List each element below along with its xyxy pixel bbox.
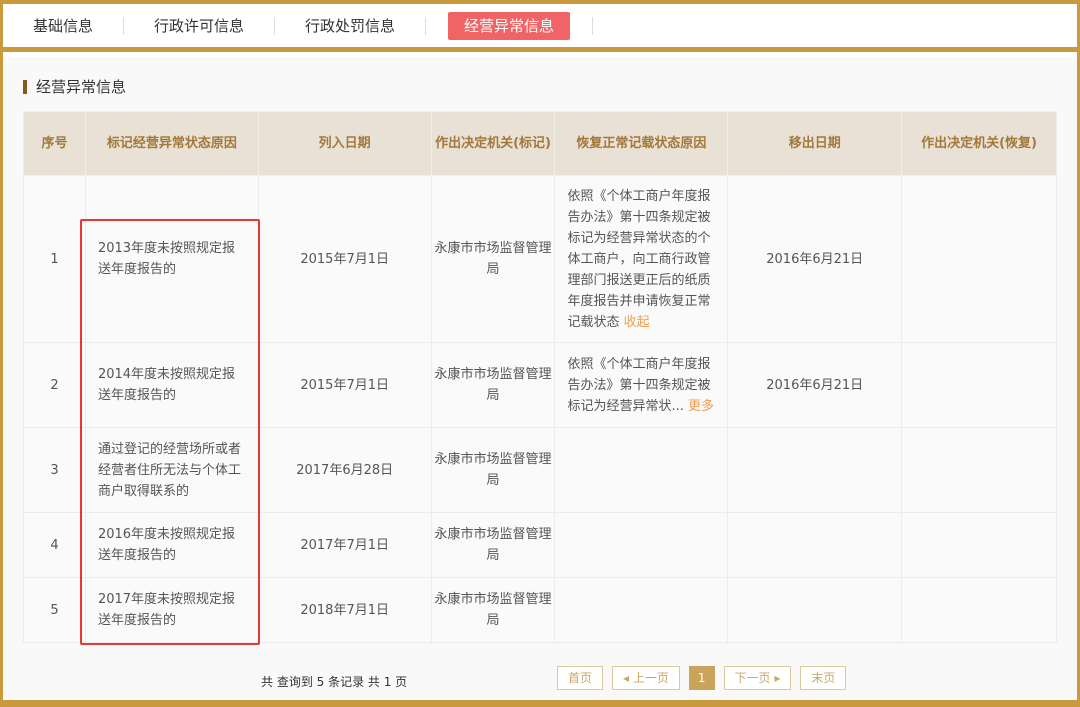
removal-date <box>727 577 903 643</box>
next-page-button[interactable]: 下一页 ▸ <box>723 666 792 690</box>
removal-date: 2016年6月21日 <box>727 175 903 343</box>
removal-date-text: 2016年6月21日 <box>766 377 864 393</box>
deciding-authority: 永康市市场监督管理局 <box>430 427 556 513</box>
listing-date-text: 2018年7月1日 <box>300 602 389 618</box>
tab-divider <box>425 16 427 35</box>
listing-date-text: 2015年7月1日 <box>300 251 389 267</box>
restore-authority <box>901 577 1057 643</box>
row-number-text: 2 <box>50 377 59 393</box>
deciding-authority-text: 永康市市场监督管理局 <box>434 241 552 277</box>
tab-abnormal-operation[interactable]: 经营异常信息 <box>448 11 571 40</box>
deciding-authority-text: 永康市市场监督管理局 <box>434 367 552 403</box>
removal-date <box>727 512 903 578</box>
deciding-authority-text: 永康市市场监督管理局 <box>434 452 552 488</box>
col-header: 恢复正常记载状态原因 <box>554 111 729 176</box>
row-number-text: 4 <box>50 537 59 553</box>
col-header: 列入日期 <box>257 111 432 176</box>
listing-date-text: 2017年7月1日 <box>300 537 389 553</box>
restore-authority <box>901 512 1057 578</box>
col-header: 作出决定机关(标记) <box>430 111 556 176</box>
deciding-authority-text: 永康市市场监督管理局 <box>434 527 552 563</box>
listing-date: 2015年7月1日 <box>257 342 432 428</box>
restore-authority <box>901 342 1057 428</box>
restore-reason: 依照《个体工商户年度报告办法》第十四条规定被标记为经营异常状... 更多 <box>554 342 729 428</box>
row-number: 1 <box>23 175 86 343</box>
pagination: 首页 ◂ 上一页 1 下一页 ▸ 末页 <box>557 666 847 690</box>
removal-date-text: 2016年6月21日 <box>766 251 864 267</box>
last-page-button[interactable]: 末页 <box>800 666 847 690</box>
highlight-box <box>80 219 260 645</box>
tab-admin-license[interactable]: 行政许可信息 <box>124 12 274 40</box>
deciding-authority: 永康市市场监督管理局 <box>430 512 556 578</box>
row-number: 4 <box>23 512 86 578</box>
prev-page-button[interactable]: ◂ 上一页 <box>612 666 680 690</box>
row-number-text: 3 <box>50 462 59 478</box>
row-number: 2 <box>23 342 86 428</box>
listing-date: 2017年7月1日 <box>257 512 432 578</box>
listing-date: 2015年7月1日 <box>257 175 432 343</box>
restore-reason <box>554 512 729 578</box>
row-number: 3 <box>23 427 86 513</box>
restore-authority <box>901 427 1057 513</box>
table-header-row: 序号 标记经营异常状态原因 列入日期 作出决定机关(标记) 恢复正常记载状态原因… <box>23 111 1057 176</box>
current-page-button[interactable]: 1 <box>688 666 715 690</box>
restore-reason <box>554 427 729 513</box>
listing-date: 2017年6月28日 <box>257 427 432 513</box>
bottom-border <box>0 700 1080 707</box>
col-header: 标记经营异常状态原因 <box>84 111 259 176</box>
removal-date: 2016年6月21日 <box>727 342 903 428</box>
tab-divider <box>592 16 594 35</box>
tab-basic-info[interactable]: 基础信息 <box>3 12 123 40</box>
restore-reason-text: 依照《个体工商户年度报告办法》第十四条规定被标记为经营异常状态的个体工商户，向工… <box>567 188 711 330</box>
tab-admin-penalty[interactable]: 行政处罚信息 <box>275 12 425 40</box>
first-page-button[interactable]: 首页 <box>557 666 604 690</box>
section-title: 经营异常信息 <box>23 80 126 95</box>
listing-date-text: 2015年7月1日 <box>300 377 389 393</box>
row-number-text: 1 <box>50 251 59 267</box>
restore-authority <box>901 175 1057 343</box>
toggle-more-link[interactable]: 收起 <box>624 315 650 330</box>
deciding-authority: 永康市市场监督管理局 <box>430 342 556 428</box>
deciding-authority: 永康市市场监督管理局 <box>430 175 556 343</box>
deciding-authority: 永康市市场监督管理局 <box>430 577 556 643</box>
row-number-text: 5 <box>50 602 59 618</box>
restore-reason: 依照《个体工商户年度报告办法》第十四条规定被标记为经营异常状态的个体工商户，向工… <box>554 175 729 343</box>
listing-date: 2018年7月1日 <box>257 577 432 643</box>
removal-date <box>727 427 903 513</box>
col-header: 移出日期 <box>727 111 903 176</box>
toggle-more-link[interactable]: 更多 <box>688 399 714 414</box>
tab-bar: 基础信息 行政许可信息 行政处罚信息 经营异常信息 <box>3 4 1077 52</box>
record-count: 共 查询到 5 条记录 共 1 页 <box>261 675 408 689</box>
deciding-authority-text: 永康市市场监督管理局 <box>434 592 552 628</box>
col-header: 序号 <box>23 111 86 176</box>
col-header: 作出决定机关(恢复) <box>901 111 1057 176</box>
restore-reason <box>554 577 729 643</box>
listing-date-text: 2017年6月28日 <box>296 462 394 478</box>
row-number: 5 <box>23 577 86 643</box>
